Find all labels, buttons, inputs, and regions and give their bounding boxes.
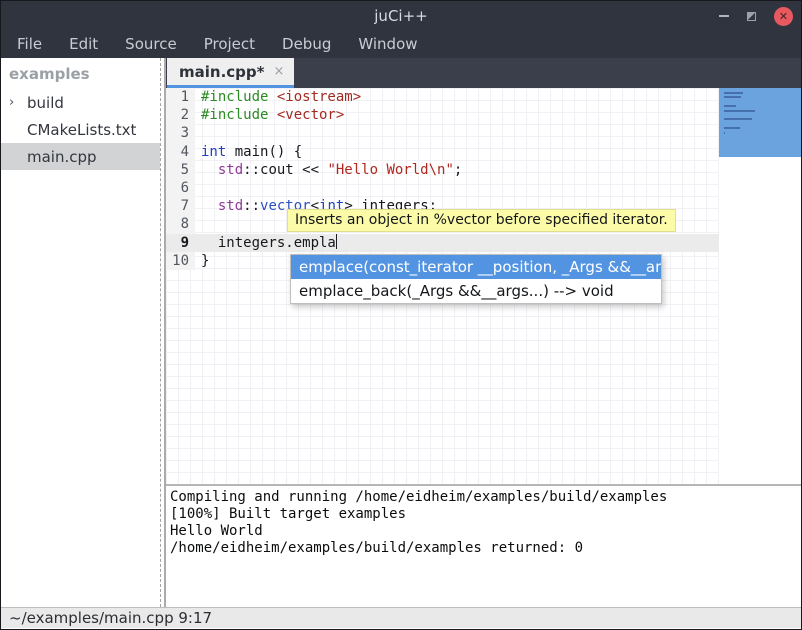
line-number: 2 bbox=[166, 106, 195, 124]
completion-item[interactable]: emplace_back(_Args &&__args...) --> void bbox=[291, 279, 661, 303]
code-text: integers.empla bbox=[195, 234, 337, 252]
minimap-code-stripe bbox=[724, 92, 743, 94]
code-text: std::cout << "Hello World\n"; bbox=[195, 161, 462, 179]
juci-window: juCi++ ✕ File Edit Source Project Debug Windo… bbox=[0, 0, 802, 630]
line-number: 5 bbox=[166, 161, 195, 179]
line-number: 10 bbox=[166, 252, 195, 270]
doc-tooltip: Inserts an object in %vector before spec… bbox=[287, 209, 676, 232]
restore-icon[interactable] bbox=[747, 12, 756, 21]
main-column: main.cpp* × 1#include <iostream>2#includ… bbox=[164, 58, 801, 607]
close-icon[interactable]: ✕ bbox=[774, 7, 793, 26]
line-number: 6 bbox=[166, 179, 195, 197]
line-number: 7 bbox=[166, 197, 195, 215]
completion-popup: emplace(const_iterator __position, _Args… bbox=[290, 254, 662, 304]
titlebar[interactable]: juCi++ ✕ bbox=[1, 1, 801, 31]
file-tree-item-label: main.cpp bbox=[27, 148, 97, 166]
line-number: 4 bbox=[166, 143, 195, 161]
completion-item[interactable]: emplace(const_iterator __position, _Args… bbox=[291, 255, 661, 279]
code-editor[interactable]: 1#include <iostream>2#include <vector>34… bbox=[166, 88, 801, 484]
code-line-5[interactable]: 5 std::cout << "Hello World\n"; bbox=[166, 161, 721, 179]
output-line: Hello World bbox=[170, 523, 801, 540]
menu-item-source[interactable]: Source bbox=[119, 31, 183, 58]
expander-chevron-icon[interactable]: › bbox=[9, 95, 27, 110]
code-line-4[interactable]: 4int main() { bbox=[166, 143, 721, 161]
line-number: 8 bbox=[166, 215, 195, 233]
file-tree-item-cmakelists-txt[interactable]: CMakeLists.txt bbox=[1, 116, 160, 143]
minimap-code-stripe bbox=[724, 110, 755, 112]
code-text: } bbox=[195, 252, 209, 270]
menu-item-project[interactable]: Project bbox=[198, 31, 261, 58]
code-text bbox=[195, 124, 201, 142]
menu-item-edit[interactable]: Edit bbox=[63, 31, 104, 58]
code-line-2[interactable]: 2#include <vector> bbox=[166, 106, 721, 124]
file-tree-item-main-cpp[interactable]: main.cpp bbox=[1, 143, 160, 170]
minimap-code-stripe bbox=[724, 96, 741, 98]
window-controls: ✕ bbox=[719, 1, 793, 31]
text-cursor bbox=[336, 234, 338, 249]
minimize-icon[interactable] bbox=[719, 15, 729, 17]
code-text: int main() { bbox=[195, 143, 302, 161]
window-body: examples ›build CMakeLists.txt main.cpp ma… bbox=[1, 58, 801, 607]
output-terminal[interactable]: Compiling and running /home/eidheim/exam… bbox=[166, 484, 801, 607]
code-text: #include <iostream> bbox=[195, 88, 361, 106]
window-title: juCi++ bbox=[1, 1, 801, 31]
menu-item-window[interactable]: Window bbox=[352, 31, 423, 58]
tab-main-cpp[interactable]: main.cpp* × bbox=[167, 58, 294, 88]
status-file-path: ~/examples/main.cpp 9:17 bbox=[9, 609, 212, 627]
minimap[interactable] bbox=[719, 88, 801, 484]
code-line-3[interactable]: 3 bbox=[166, 124, 721, 142]
minimap-code-stripe bbox=[724, 105, 736, 107]
menu-item-file[interactable]: File bbox=[11, 31, 48, 58]
status-bar: ~/examples/main.cpp 9:17 bbox=[1, 607, 801, 628]
minimap-visible-region[interactable] bbox=[719, 88, 801, 157]
project-name-label: examples bbox=[1, 58, 160, 89]
file-tree-item-label: CMakeLists.txt bbox=[27, 121, 136, 139]
line-number: 9 bbox=[166, 234, 195, 252]
code-line-6[interactable]: 6 bbox=[166, 179, 721, 197]
code-line-1[interactable]: 1#include <iostream> bbox=[166, 88, 721, 106]
file-tree-sidebar: examples ›build CMakeLists.txt main.cpp bbox=[1, 58, 160, 607]
tab-close-icon[interactable]: × bbox=[273, 64, 284, 79]
line-number: 1 bbox=[166, 88, 195, 106]
code-text bbox=[195, 179, 201, 197]
menubar: File Edit Source Project Debug Window bbox=[1, 31, 801, 58]
output-line: [100%] Built target examples bbox=[170, 506, 801, 523]
minimap-code-stripe bbox=[724, 132, 725, 134]
output-line: Compiling and running /home/eidheim/exam… bbox=[170, 489, 801, 506]
minimap-code-stripe bbox=[724, 118, 752, 120]
code-text bbox=[195, 215, 201, 233]
menu-item-debug[interactable]: Debug bbox=[276, 31, 337, 58]
code-line-9[interactable]: 9 integers.empla bbox=[166, 234, 721, 252]
output-line: /home/eidheim/examples/build/examples re… bbox=[170, 540, 801, 557]
code-text: #include <vector> bbox=[195, 106, 344, 124]
minimap-code-stripe bbox=[724, 127, 740, 129]
tab-bar: main.cpp* × bbox=[166, 58, 801, 88]
file-tree-item-build[interactable]: ›build bbox=[1, 89, 160, 116]
tab-label: main.cpp* bbox=[179, 63, 264, 81]
file-tree-item-label: build bbox=[27, 94, 64, 112]
line-number: 3 bbox=[166, 124, 195, 142]
